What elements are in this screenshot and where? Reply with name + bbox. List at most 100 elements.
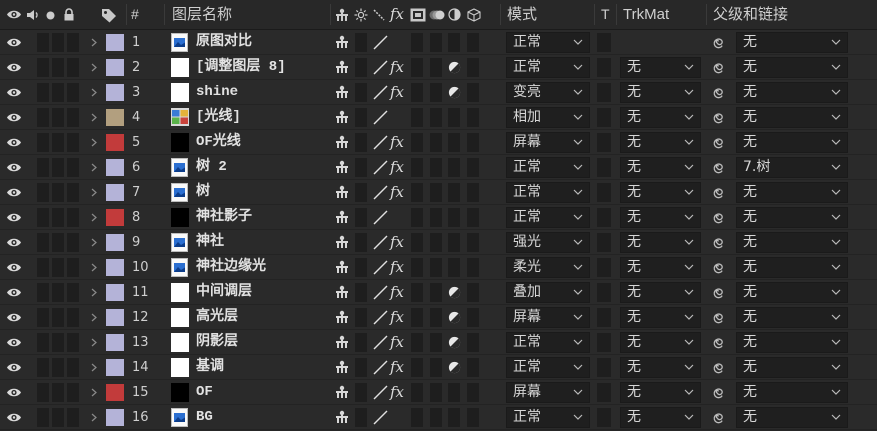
frame-blending-switch[interactable]: [411, 383, 423, 402]
lock-switch[interactable]: [67, 158, 79, 177]
shy-switch-icon[interactable]: [335, 185, 349, 199]
layer-name[interactable]: 中间调层: [196, 280, 252, 305]
layer-row[interactable]: 8 神社影子 正常 无 无: [0, 205, 877, 230]
lock-switch[interactable]: [67, 233, 79, 252]
quality-switch-icon[interactable]: [372, 335, 388, 350]
shy-icon[interactable]: [335, 8, 349, 22]
preserve-transparency-switch[interactable]: [597, 133, 611, 152]
layer-name[interactable]: shine: [196, 80, 238, 105]
visibility-eye-icon[interactable]: [6, 87, 22, 98]
label-color-swatch[interactable]: [106, 309, 124, 326]
parent-dropdown[interactable]: 无: [736, 207, 848, 228]
audio-switch[interactable]: [37, 333, 49, 352]
effects-switch-icon[interactable]: fx: [390, 80, 404, 104]
quality-icon[interactable]: [372, 8, 386, 22]
3d-layer-switch[interactable]: [467, 283, 479, 302]
layer-row[interactable]: 11 中间调层 fx 叠加 无 无: [0, 280, 877, 305]
effects-switch-icon[interactable]: fx: [390, 130, 404, 154]
motion-blur-switch[interactable]: [430, 358, 442, 377]
solo-switch[interactable]: [52, 108, 64, 127]
mode-dropdown[interactable]: 屏幕: [506, 307, 590, 328]
parent-dropdown[interactable]: 无: [736, 382, 848, 403]
audio-switch[interactable]: [37, 283, 49, 302]
mode-dropdown[interactable]: 正常: [506, 332, 590, 353]
layer-row[interactable]: 4 [光线] 相加 无 无: [0, 105, 877, 130]
3d-layer-switch[interactable]: [467, 408, 479, 427]
visibility-eye-icon[interactable]: [6, 312, 22, 323]
adjustment-layer-switch[interactable]: [448, 383, 460, 402]
audio-switch[interactable]: [37, 58, 49, 77]
label-color-swatch[interactable]: [106, 84, 124, 101]
quality-switch-icon[interactable]: [372, 160, 388, 175]
frame-blending-switch[interactable]: [411, 108, 423, 127]
trkmat-dropdown[interactable]: 无: [620, 407, 701, 428]
adjustment-layer-switch[interactable]: [448, 408, 460, 427]
label-color-swatch[interactable]: [106, 109, 124, 126]
quality-switch-icon[interactable]: [372, 110, 388, 125]
expand-twirl-icon[interactable]: [91, 313, 97, 322]
eye-icon[interactable]: [6, 9, 22, 20]
pick-whip-icon[interactable]: [711, 85, 725, 99]
3d-layer-switch[interactable]: [467, 333, 479, 352]
motion-blur-switch[interactable]: [430, 33, 442, 52]
visibility-eye-icon[interactable]: [6, 162, 22, 173]
frame-blending-switch[interactable]: [411, 258, 423, 277]
adjustment-layer-icon[interactable]: [448, 8, 461, 21]
label-color-swatch[interactable]: [106, 34, 124, 51]
mode-dropdown[interactable]: 正常: [506, 407, 590, 428]
parent-dropdown[interactable]: 无: [736, 407, 848, 428]
column-separator[interactable]: [594, 4, 595, 25]
shy-switch-icon[interactable]: [335, 85, 349, 99]
layer-row[interactable]: 2 [调整图层 8] fx 正常 无 无: [0, 55, 877, 80]
3d-layer-switch[interactable]: [467, 158, 479, 177]
trkmat-dropdown[interactable]: 无: [620, 157, 701, 178]
preserve-transparency-switch[interactable]: [597, 258, 611, 277]
adjustment-layer-switch[interactable]: [448, 108, 460, 127]
solo-switch[interactable]: [52, 308, 64, 327]
expand-twirl-icon[interactable]: [91, 338, 97, 347]
layer-row[interactable]: 3 shine fx 变亮 无 无: [0, 80, 877, 105]
shy-switch-icon[interactable]: [335, 360, 349, 374]
effects-switch-icon[interactable]: fx: [390, 305, 404, 329]
pick-whip-icon[interactable]: [711, 210, 725, 224]
visibility-eye-icon[interactable]: [6, 262, 22, 273]
effects-switch-icon[interactable]: fx: [390, 155, 404, 179]
adjustment-layer-switch[interactable]: [448, 33, 460, 52]
layer-name[interactable]: 高光层: [196, 305, 238, 330]
collapse-switch[interactable]: [355, 158, 367, 177]
label-color-swatch[interactable]: [106, 134, 124, 151]
trkmat-dropdown[interactable]: 无: [620, 257, 701, 278]
expand-twirl-icon[interactable]: [91, 363, 97, 372]
frame-blending-switch[interactable]: [411, 158, 423, 177]
solo-switch[interactable]: [52, 183, 64, 202]
effects-switch-icon[interactable]: fx: [390, 55, 404, 79]
parent-dropdown[interactable]: 无: [736, 282, 848, 303]
label-color-swatch[interactable]: [106, 334, 124, 351]
collapse-switch[interactable]: [355, 283, 367, 302]
audio-switch[interactable]: [37, 83, 49, 102]
layer-row[interactable]: 5 OF光线 fx 屏幕 无 无: [0, 130, 877, 155]
label-color-swatch[interactable]: [106, 259, 124, 276]
frame-blending-switch[interactable]: [411, 333, 423, 352]
preserve-transparency-switch[interactable]: [597, 158, 611, 177]
motion-blur-switch[interactable]: [430, 333, 442, 352]
preserve-transparency-switch[interactable]: [597, 233, 611, 252]
frame-blending-switch[interactable]: [411, 183, 423, 202]
solo-switch[interactable]: [52, 83, 64, 102]
audio-switch[interactable]: [37, 233, 49, 252]
layer-name[interactable]: 神社边缘光: [196, 255, 266, 280]
lock-switch[interactable]: [67, 108, 79, 127]
audio-switch[interactable]: [37, 358, 49, 377]
motion-blur-switch[interactable]: [430, 183, 442, 202]
frame-blending-switch[interactable]: [411, 408, 423, 427]
shy-switch-icon[interactable]: [335, 260, 349, 274]
collapse-switch[interactable]: [355, 258, 367, 277]
quality-switch-icon[interactable]: [372, 385, 388, 400]
column-separator[interactable]: [706, 4, 707, 25]
shy-switch-icon[interactable]: [335, 135, 349, 149]
motion-blur-icon[interactable]: [429, 8, 445, 22]
shy-switch-icon[interactable]: [335, 335, 349, 349]
mode-dropdown[interactable]: 正常: [506, 182, 590, 203]
pick-whip-icon[interactable]: [711, 360, 725, 374]
collapse-switch[interactable]: [355, 208, 367, 227]
